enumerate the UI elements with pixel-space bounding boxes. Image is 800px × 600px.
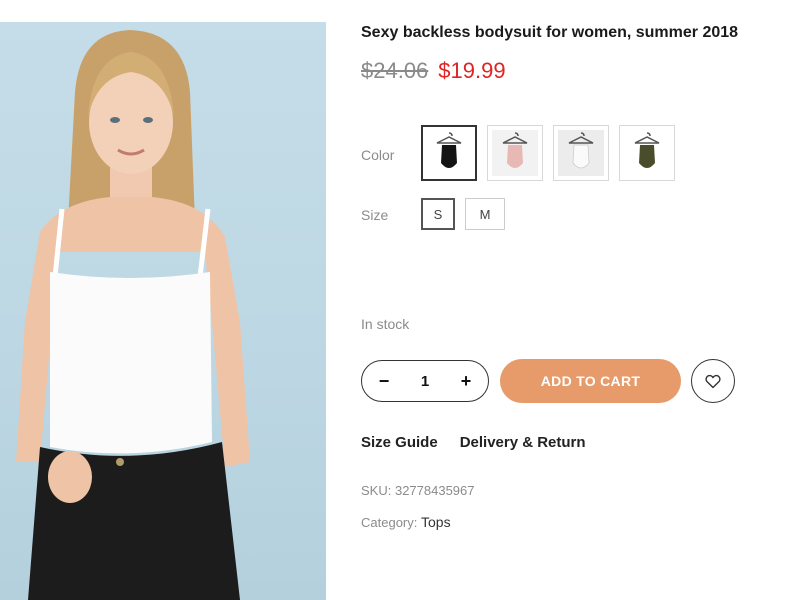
heart-icon — [705, 374, 721, 388]
color-swatch-white[interactable] — [553, 125, 609, 181]
product-title: Sexy backless bodysuit for women, summer… — [361, 24, 739, 41]
sku-label: SKU: — [361, 483, 392, 498]
color-swatch-olive[interactable] — [619, 125, 675, 181]
color-swatch-pink[interactable] — [487, 125, 543, 181]
model-illustration — [16, 30, 250, 600]
category-row: Category: Tops — [361, 514, 451, 530]
size-label: Size — [361, 207, 389, 223]
size-option-s[interactable]: S — [421, 198, 455, 230]
black-bodysuit-thumbnail — [426, 130, 472, 176]
color-label: Color — [361, 147, 395, 163]
old-price: $24.06 — [361, 58, 429, 83]
info-links: Size Guide Delivery & Return — [361, 434, 586, 451]
delivery-return-link[interactable]: Delivery & Return — [460, 434, 586, 451]
color-swatch-black[interactable] — [421, 125, 477, 181]
category-label: Category: — [361, 515, 418, 530]
sku-row: SKU: 32778435967 — [361, 483, 475, 498]
size-options: S M — [421, 198, 505, 230]
category-link-tops[interactable]: Tops — [421, 514, 451, 530]
size-option-m[interactable]: M — [465, 198, 505, 230]
quantity-value[interactable]: 1 — [421, 373, 429, 390]
add-to-cart-button[interactable]: ADD TO CART — [500, 359, 681, 403]
sale-price: $19.99 — [438, 58, 506, 83]
olive-bodysuit-thumbnail — [624, 130, 670, 176]
product-info-panel: Sexy backless bodysuit for women, summer… — [361, 0, 791, 600]
price-row: $24.06 $19.99 — [361, 58, 506, 84]
sku-value: 32778435967 — [394, 483, 475, 498]
quantity-stepper: − 1 + — [361, 360, 489, 402]
wishlist-button[interactable] — [691, 359, 735, 403]
size-guide-link[interactable]: Size Guide — [361, 434, 438, 451]
color-swatches — [421, 125, 675, 181]
pink-bodysuit-thumbnail — [492, 130, 538, 176]
decrease-quantity-button[interactable]: − — [376, 372, 392, 390]
white-bodysuit-thumbnail — [558, 130, 604, 176]
stock-status: In stock — [361, 316, 410, 332]
increase-quantity-button[interactable]: + — [458, 372, 474, 390]
product-image[interactable] — [0, 22, 326, 600]
